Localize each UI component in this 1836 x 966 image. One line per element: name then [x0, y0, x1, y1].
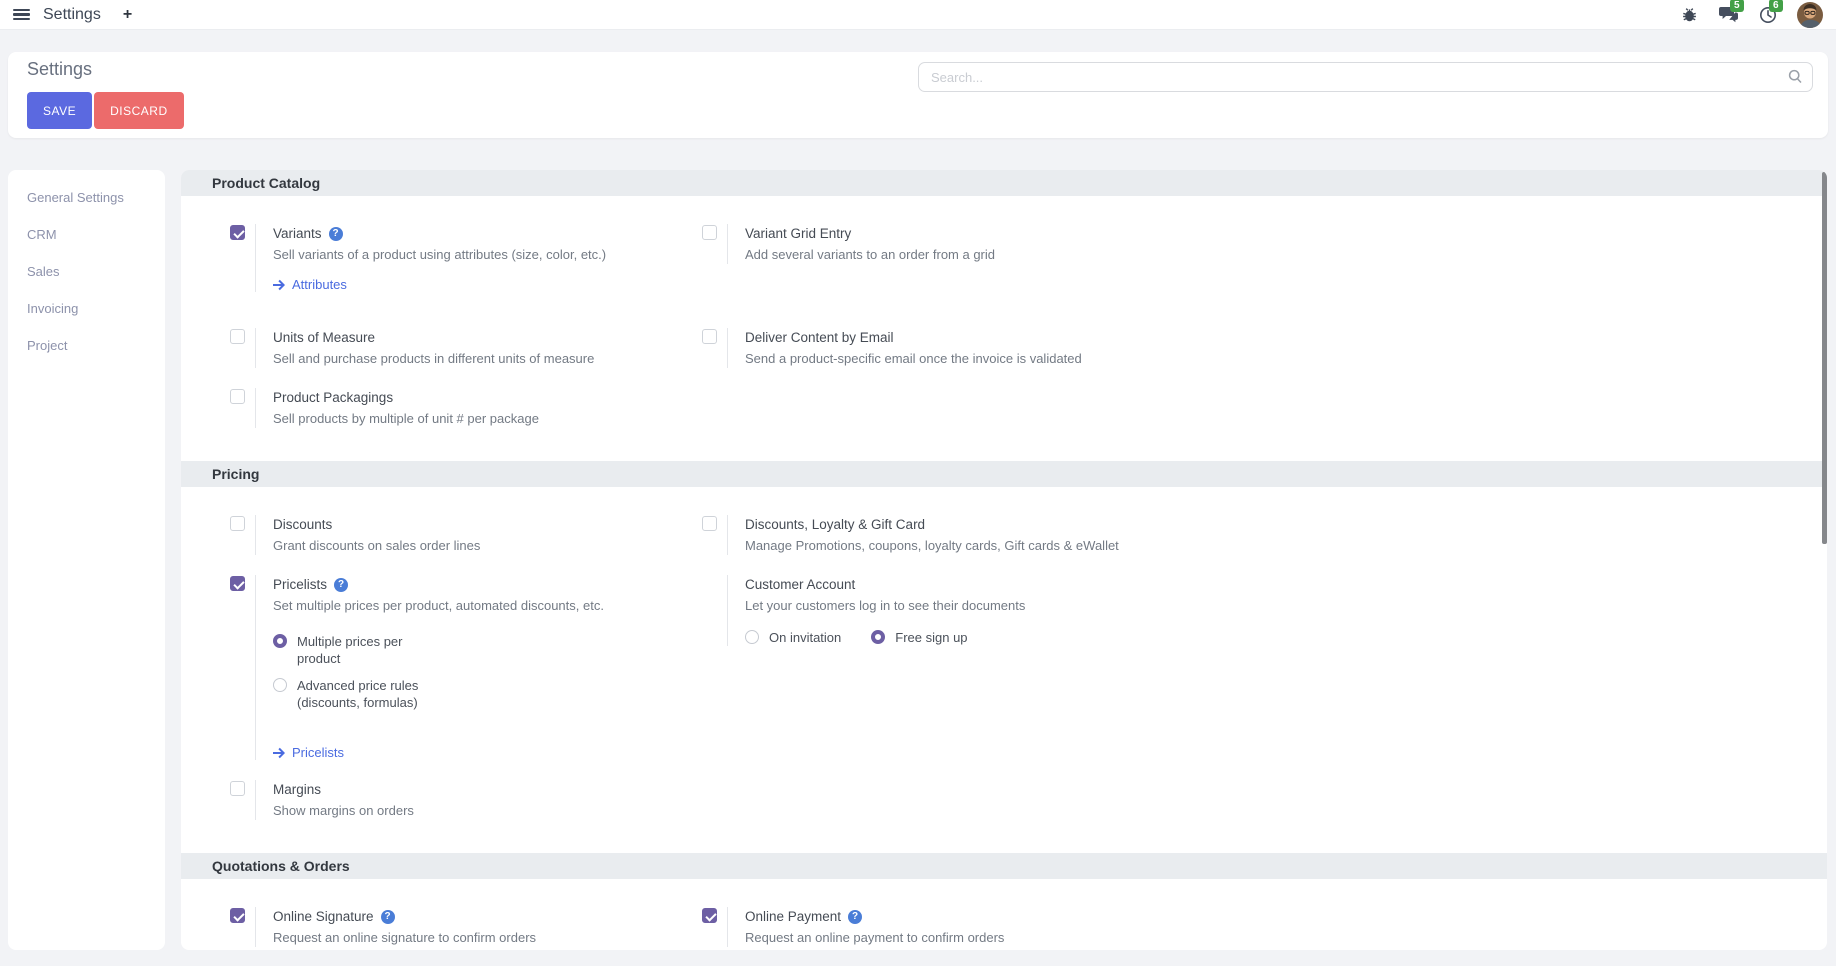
setting-label[interactable]: Variant Grid Entry — [745, 226, 851, 241]
setting-label[interactable]: Margins — [273, 782, 321, 797]
radio-advanced-price-rules[interactable]: Advanced price rules (discounts, formula… — [273, 677, 604, 711]
section-product-catalog: Variants Sell variants of a product usin… — [181, 196, 1827, 461]
page-title: Settings — [27, 59, 92, 80]
messages-icon[interactable]: 5 — [1719, 5, 1738, 24]
multiple-prices-radio[interactable] — [273, 634, 287, 648]
discounts-loyalty-gift-card-checkbox[interactable] — [702, 516, 717, 531]
navbar-app-title[interactable]: Settings — [43, 6, 101, 24]
discard-button[interactable]: DISCARD — [94, 92, 184, 129]
setting-description: Manage Promotions, coupons, loyalty card… — [745, 537, 1119, 555]
product-packagings-checkbox[interactable] — [230, 389, 245, 404]
setting-label[interactable]: Units of Measure — [273, 330, 375, 345]
section-header-product-catalog: Product Catalog — [181, 170, 1827, 196]
deliver-content-by-email-checkbox[interactable] — [702, 329, 717, 344]
attributes-link[interactable]: Attributes — [273, 277, 606, 292]
setting-label[interactable]: Variants — [273, 226, 322, 241]
setting-product-packagings: Product Packagings Sell products by mult… — [230, 388, 702, 428]
margins-checkbox[interactable] — [230, 781, 245, 796]
section-pricing: Discounts Grant discounts on sales order… — [181, 487, 1827, 853]
setting-deliver-content-by-email: Deliver Content by Email Send a product-… — [702, 328, 1787, 368]
activities-clock-icon[interactable]: 6 — [1758, 5, 1777, 24]
customer-account-radio-group: On invitation Free sign up — [745, 629, 1025, 646]
setting-online-payment: Online Payment Request an online payment… — [702, 907, 1787, 947]
setting-description: Request an online signature to confirm o… — [273, 929, 536, 947]
arrow-right-icon — [273, 279, 286, 291]
variants-checkbox[interactable] — [230, 225, 245, 240]
radio-free-sign-up[interactable]: Free sign up — [871, 629, 967, 646]
sidebar-item-general-settings[interactable]: General Settings — [8, 179, 165, 216]
setting-label: Customer Account — [745, 577, 855, 592]
search-bar — [918, 62, 1813, 92]
arrow-right-icon — [273, 747, 286, 759]
advanced-price-rules-radio[interactable] — [273, 678, 287, 692]
header-buttons: SAVE DISCARD — [27, 92, 184, 129]
section-header-quotations-orders: Quotations & Orders — [181, 853, 1827, 879]
variant-grid-entry-checkbox[interactable] — [702, 225, 717, 240]
setting-label[interactable]: Deliver Content by Email — [745, 330, 894, 345]
setting-online-signature: Online Signature Request an online signa… — [230, 907, 702, 947]
setting-label[interactable]: Pricelists — [273, 577, 327, 592]
search-icon[interactable] — [1788, 69, 1803, 89]
help-icon[interactable] — [334, 578, 348, 592]
section-quotations-orders: Online Signature Request an online signa… — [181, 879, 1827, 950]
setting-discounts-loyalty-gift-card: Discounts, Loyalty & Gift Card Manage Pr… — [702, 515, 1787, 555]
activities-count-badge: 6 — [1769, 0, 1783, 12]
setting-description: Grant discounts on sales order lines — [273, 537, 480, 555]
radio-multiple-prices-per-product[interactable]: Multiple prices per product — [273, 633, 604, 667]
sidebar-item-crm[interactable]: CRM — [8, 216, 165, 253]
setting-description: Add several variants to an order from a … — [745, 246, 995, 264]
setting-description: Sell and purchase products in different … — [273, 350, 594, 368]
messages-count-badge: 5 — [1730, 0, 1744, 12]
help-icon[interactable] — [329, 227, 343, 241]
setting-margins: Margins Show margins on orders — [230, 780, 702, 820]
vertical-scrollbar[interactable] — [1822, 172, 1827, 544]
setting-label[interactable]: Online Signature — [273, 909, 374, 924]
pricelists-checkbox[interactable] — [230, 576, 245, 591]
setting-label[interactable]: Online Payment — [745, 909, 841, 924]
settings-panel: Product Catalog Variants Sell variants o… — [181, 170, 1827, 950]
top-navbar: Settings + 5 6 — [0, 0, 1836, 30]
apps-menu-icon[interactable] — [13, 9, 30, 21]
setting-description: Send a product-specific email once the i… — [745, 350, 1082, 368]
online-payment-checkbox[interactable] — [702, 908, 717, 923]
setting-description: Sell products by multiple of unit # per … — [273, 410, 539, 428]
online-signature-checkbox[interactable] — [230, 908, 245, 923]
setting-description: Show margins on orders — [273, 802, 414, 820]
save-button[interactable]: SAVE — [27, 92, 92, 129]
pricelists-link[interactable]: Pricelists — [273, 745, 604, 760]
setting-description: Set multiple prices per product, automat… — [273, 597, 604, 615]
setting-variant-grid-entry: Variant Grid Entry Add several variants … — [702, 224, 1787, 264]
sidebar-item-sales[interactable]: Sales — [8, 253, 165, 290]
setting-customer-account: Customer Account Let your customers log … — [702, 575, 1787, 646]
setting-description: Sell variants of a product using attribu… — [273, 246, 606, 264]
setting-description: Let your customers log in to see their d… — [745, 597, 1025, 615]
new-tab-plus-icon[interactable]: + — [123, 7, 132, 23]
setting-label[interactable]: Product Packagings — [273, 390, 393, 405]
radio-on-invitation[interactable]: On invitation — [745, 629, 841, 646]
setting-discounts: Discounts Grant discounts on sales order… — [230, 515, 702, 555]
search-input[interactable] — [918, 62, 1813, 92]
setting-label[interactable]: Discounts — [273, 517, 332, 532]
user-avatar[interactable] — [1797, 2, 1823, 28]
sidebar-item-invoicing[interactable]: Invoicing — [8, 290, 165, 327]
settings-header-card: Settings SAVE DISCARD — [8, 52, 1828, 138]
settings-sidebar: General Settings CRM Sales Invoicing Pro… — [8, 170, 165, 950]
debug-bug-icon[interactable] — [1680, 5, 1699, 24]
setting-label[interactable]: Discounts, Loyalty & Gift Card — [745, 517, 925, 532]
help-icon[interactable] — [848, 910, 862, 924]
sidebar-item-project[interactable]: Project — [8, 327, 165, 364]
setting-pricelists: Pricelists Set multiple prices per produ… — [230, 575, 702, 760]
free-sign-up-radio[interactable] — [871, 630, 885, 644]
navbar-systray: 5 6 — [1680, 2, 1823, 28]
pricelist-mode-radio-group: Multiple prices per product Advanced pri… — [273, 633, 604, 711]
help-icon[interactable] — [381, 910, 395, 924]
on-invitation-radio[interactable] — [745, 630, 759, 644]
units-of-measure-checkbox[interactable] — [230, 329, 245, 344]
section-header-pricing: Pricing — [181, 461, 1827, 487]
setting-units-of-measure: Units of Measure Sell and purchase produ… — [230, 328, 702, 368]
setting-variants: Variants Sell variants of a product usin… — [230, 224, 702, 292]
setting-description: Request an online payment to confirm ord… — [745, 929, 1004, 947]
discounts-checkbox[interactable] — [230, 516, 245, 531]
